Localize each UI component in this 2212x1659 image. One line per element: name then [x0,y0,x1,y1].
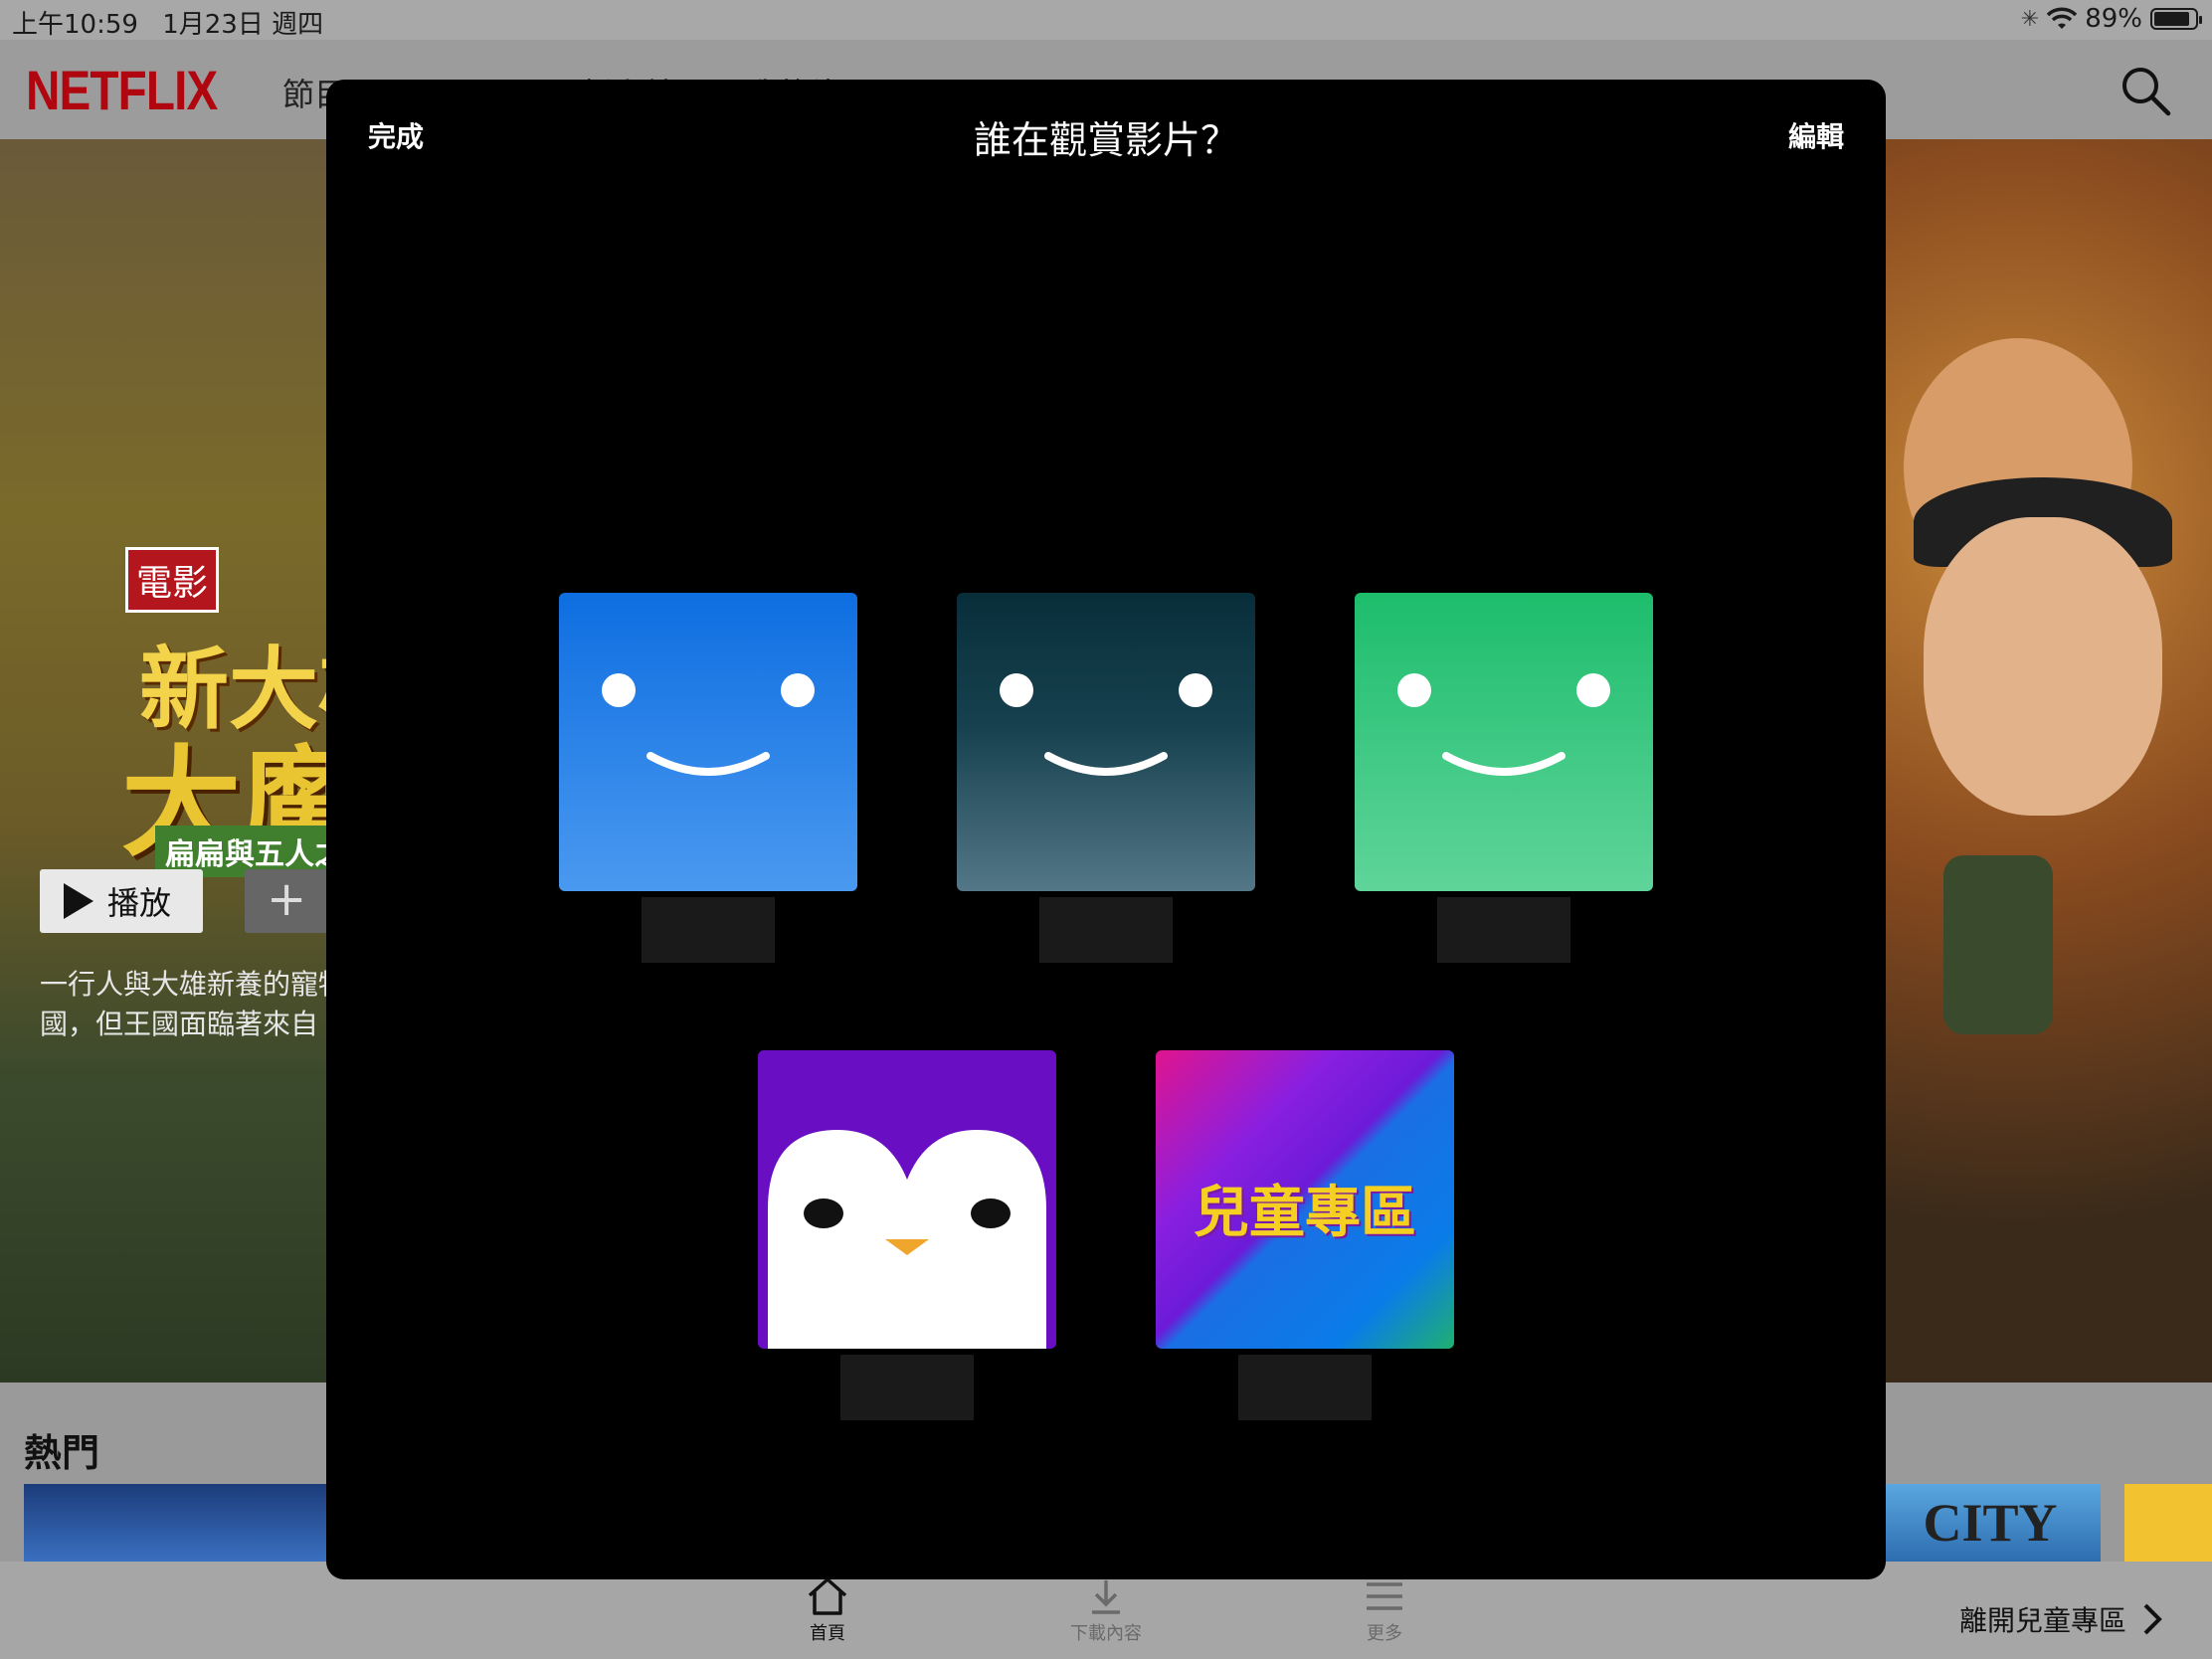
battery-icon [2150,8,2202,30]
smiley-avatar-icon[interactable] [957,593,1255,891]
leave-kids-label: 離開兒童專區 [1958,1604,2126,1637]
download-icon [1092,1580,1120,1614]
smiley-avatar-icon[interactable] [559,593,857,891]
home-icon [808,1577,847,1615]
wifi-icon [2047,7,2078,29]
status-indicators: ✳ 89% [2020,4,2202,34]
profile-card[interactable] [559,593,857,963]
profile-name [1437,897,1570,963]
play-button[interactable]: 播放 [40,869,203,933]
tile-text: CITY [1923,1493,2058,1553]
search-icon[interactable] [2119,64,2172,117]
smiley-face-icon [1397,673,1610,776]
penguin-face-icon [768,1130,1046,1349]
menu-icon [1367,1582,1402,1610]
hero-title-art: 電影 新大雄 大魔 扁扁與五人之 [40,338,408,877]
profile-name [840,1355,974,1420]
status-time-date: 上午10:59 1月23日 週四 [12,4,323,41]
netflix-logo[interactable]: NETFLIX [26,58,218,122]
smiley-face-icon [1000,673,1212,776]
status-time: 上午10:59 [12,10,138,40]
kids-avatar-icon[interactable]: 兒童專區 [1156,1050,1454,1349]
profile-name [642,897,775,963]
loading-icon: ✳ [2020,6,2040,32]
profile-card-kids[interactable]: 兒童專區 [1156,1050,1454,1420]
tab-home-label: 首頁 [810,1623,845,1644]
title-tile[interactable] [24,1484,342,1562]
smiley-avatar-icon[interactable] [1355,593,1653,891]
status-bar: 上午10:59 1月23日 週四 ✳ 89% [0,0,2212,40]
play-label: 播放 [107,884,172,922]
title-tile[interactable] [2124,1484,2212,1562]
hero-badge: 電影 [125,547,220,613]
profile-card[interactable] [1355,593,1653,963]
tab-home[interactable]: 首頁 [748,1573,907,1645]
plus-icon: + [267,871,307,927]
tab-more[interactable]: 更多 [1305,1573,1464,1645]
title-tile[interactable]: CITY [1880,1484,2101,1562]
smiley-face-icon [602,673,815,776]
edit-button[interactable]: 編輯 [1788,115,1844,155]
profile-name [1039,897,1173,963]
character-art [1924,517,2162,816]
play-icon [64,883,93,919]
tab-downloads-label: 下載內容 [1070,1623,1142,1644]
row-title-popular: 熱門 [24,1431,100,1475]
binoculars-art [1943,855,2053,1034]
penguin-avatar-icon[interactable] [758,1050,1056,1349]
tab-more-label: 更多 [1367,1623,1402,1644]
modal-title: 誰在觀賞影片？ [973,118,1238,162]
status-date: 1月23日 週四 [162,10,324,40]
leave-kids-button[interactable]: 離開兒童專區 [1959,1599,2162,1639]
hero-description-line: 一行人與大雄新養的寵物 [40,968,347,1001]
profile-card[interactable] [957,593,1255,963]
profile-picker-modal: 完成 誰在觀賞影片？ 編輯 兒童專區 [326,80,1886,1579]
profile-card[interactable] [758,1050,1056,1420]
battery-percent: 89% [2085,4,2142,34]
hero-description: 一行人與大雄新養的寵物 國，但王國面臨著來自 [40,965,347,1044]
kids-avatar-label: 兒童專區 [1194,1181,1416,1245]
chevron-right-icon [2143,1603,2162,1635]
profile-name [1238,1355,1372,1420]
tab-downloads[interactable]: 下載內容 [1026,1573,1186,1645]
hero-artwork-right [1884,139,2212,1382]
hero-description-line: 國，但王國面臨著來自 [40,1008,319,1040]
